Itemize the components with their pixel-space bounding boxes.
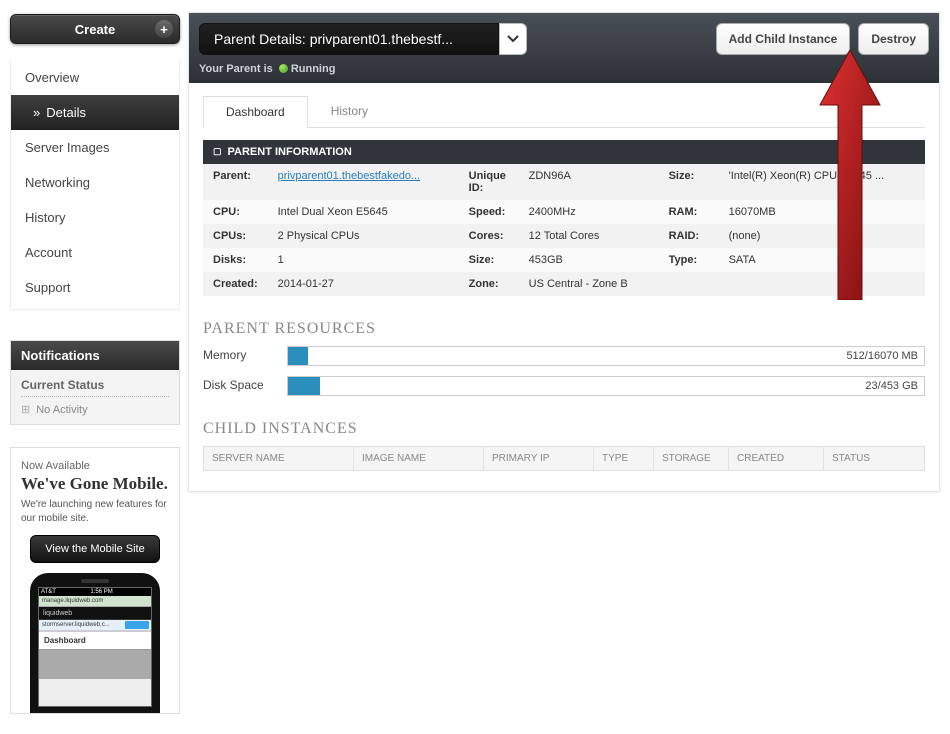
info-cell: Created: — [203, 272, 268, 296]
info-cell: CPU: — [203, 200, 268, 224]
resource-value: 23/453 GB — [865, 377, 918, 395]
child-col-header: IMAGE NAME — [354, 447, 484, 470]
nav-server-images[interactable]: Server Images — [11, 130, 179, 165]
tab-history[interactable]: History — [308, 95, 391, 127]
resource-value: 512/16070 MB — [846, 347, 918, 365]
info-cell — [659, 272, 719, 296]
create-button[interactable]: Create + — [10, 14, 180, 44]
info-cell: ZDN96A — [519, 164, 659, 200]
sidebar-nav: OverviewDetailsServer ImagesNetworkingHi… — [10, 60, 180, 310]
child-instances-heading: CHILD INSTANCES — [203, 420, 925, 438]
info-cell: (none) — [719, 224, 925, 248]
parent-resources-heading: PARENT RESOURCES — [203, 320, 925, 338]
child-col-header: STATUS — [824, 447, 924, 470]
resource-label: Memory — [203, 349, 273, 363]
info-cell: US Central - Zone B — [519, 272, 659, 296]
info-cell: CPUs: — [203, 224, 268, 248]
nav-networking[interactable]: Networking — [11, 165, 179, 200]
notifications-title: Notifications — [11, 341, 179, 370]
nav-details[interactable]: Details — [11, 95, 179, 130]
info-cell: 2 Physical CPUs — [268, 224, 459, 248]
tabs: DashboardHistory — [203, 95, 925, 128]
status-running-icon — [279, 64, 288, 73]
create-label: Create — [75, 22, 115, 37]
resource-bar: 23/453 GB — [287, 376, 925, 396]
destroy-button[interactable]: Destroy — [858, 23, 929, 55]
info-cell: 453GB — [519, 248, 659, 272]
info-cell: Unique ID: — [459, 164, 519, 200]
info-cell: 12 Total Cores — [519, 224, 659, 248]
mobile-sub: We're launching new features for our mob… — [21, 498, 169, 525]
tab-dashboard[interactable]: Dashboard — [203, 96, 308, 128]
info-cell: Speed: — [459, 200, 519, 224]
info-cell: Cores: — [459, 224, 519, 248]
notifications-status-label: Current Status — [21, 378, 169, 397]
plus-icon: + — [155, 20, 173, 38]
add-child-instance-button[interactable]: Add Child Instance — [716, 23, 851, 55]
info-cell: Type: — [659, 248, 719, 272]
info-cell: Zone: — [459, 272, 519, 296]
parent-title-box: Parent Details: privparent01.thebestf... — [199, 23, 499, 55]
info-cell: Parent: — [203, 164, 268, 200]
info-cell: 2014-01-27 — [268, 272, 459, 296]
resource-bar: 512/16070 MB — [287, 346, 925, 366]
info-cell: Disks: — [203, 248, 268, 272]
mobile-now-available: Now Available — [21, 460, 169, 472]
child-col-header: PRIMARY IP — [484, 447, 594, 470]
mobile-headline: We've Gone Mobile. — [21, 474, 169, 494]
parent-status: Your Parent is Running — [199, 63, 929, 75]
notifications-no-activity: No Activity — [21, 403, 169, 416]
nav-history[interactable]: History — [11, 200, 179, 235]
info-cell — [719, 272, 925, 296]
parent-information-heading: PARENT INFORMATION — [203, 140, 925, 164]
parent-select-dropdown[interactable] — [499, 23, 527, 55]
parent-information-table: Parent: privparent01.thebestfakedo... Uniq… — [203, 164, 925, 296]
info-cell: 16070MB — [719, 200, 925, 224]
info-cell: SATA — [719, 248, 925, 272]
notifications-panel: Notifications Current Status No Activity — [10, 340, 180, 425]
nav-overview[interactable]: Overview — [11, 60, 179, 95]
child-col-header: STORAGE — [654, 447, 729, 470]
info-cell: Intel Dual Xeon E5645 — [268, 200, 459, 224]
resource-label: Disk Space — [203, 379, 273, 393]
info-cell: RAID: — [659, 224, 719, 248]
parent-link[interactable]: privparent01.thebestfakedo... — [278, 170, 420, 182]
info-cell: 'Intel(R) Xeon(R) CPU E5645 ... — [719, 164, 925, 200]
child-col-header: CREATED — [729, 447, 824, 470]
info-cell: RAM: — [659, 200, 719, 224]
child-col-header: SERVER NAME — [204, 447, 354, 470]
phone-illustration: AT&T1:56 PM manage.liquidweb.com liquidw… — [30, 573, 160, 713]
child-col-header: TYPE — [594, 447, 654, 470]
parent-resources: Memory 512/16070 MB Disk Space 23/453 GB — [203, 346, 925, 396]
info-cell: 2400MHz — [519, 200, 659, 224]
mobile-promo: Now Available We've Gone Mobile. We're l… — [10, 447, 180, 714]
info-cell: privparent01.thebestfakedo... — [268, 164, 459, 200]
child-instances-table-header: SERVER NAMEIMAGE NAMEPRIMARY IPTYPESTORA… — [203, 446, 925, 471]
info-cell: Size: — [659, 164, 719, 200]
nav-account[interactable]: Account — [11, 235, 179, 270]
info-cell: Size: — [459, 248, 519, 272]
chevron-down-icon — [507, 35, 519, 43]
view-mobile-site-button[interactable]: View the Mobile Site — [30, 535, 160, 563]
nav-support[interactable]: Support — [11, 270, 179, 305]
info-cell: 1 — [268, 248, 459, 272]
header-bar: Parent Details: privparent01.thebestf...… — [189, 13, 939, 83]
